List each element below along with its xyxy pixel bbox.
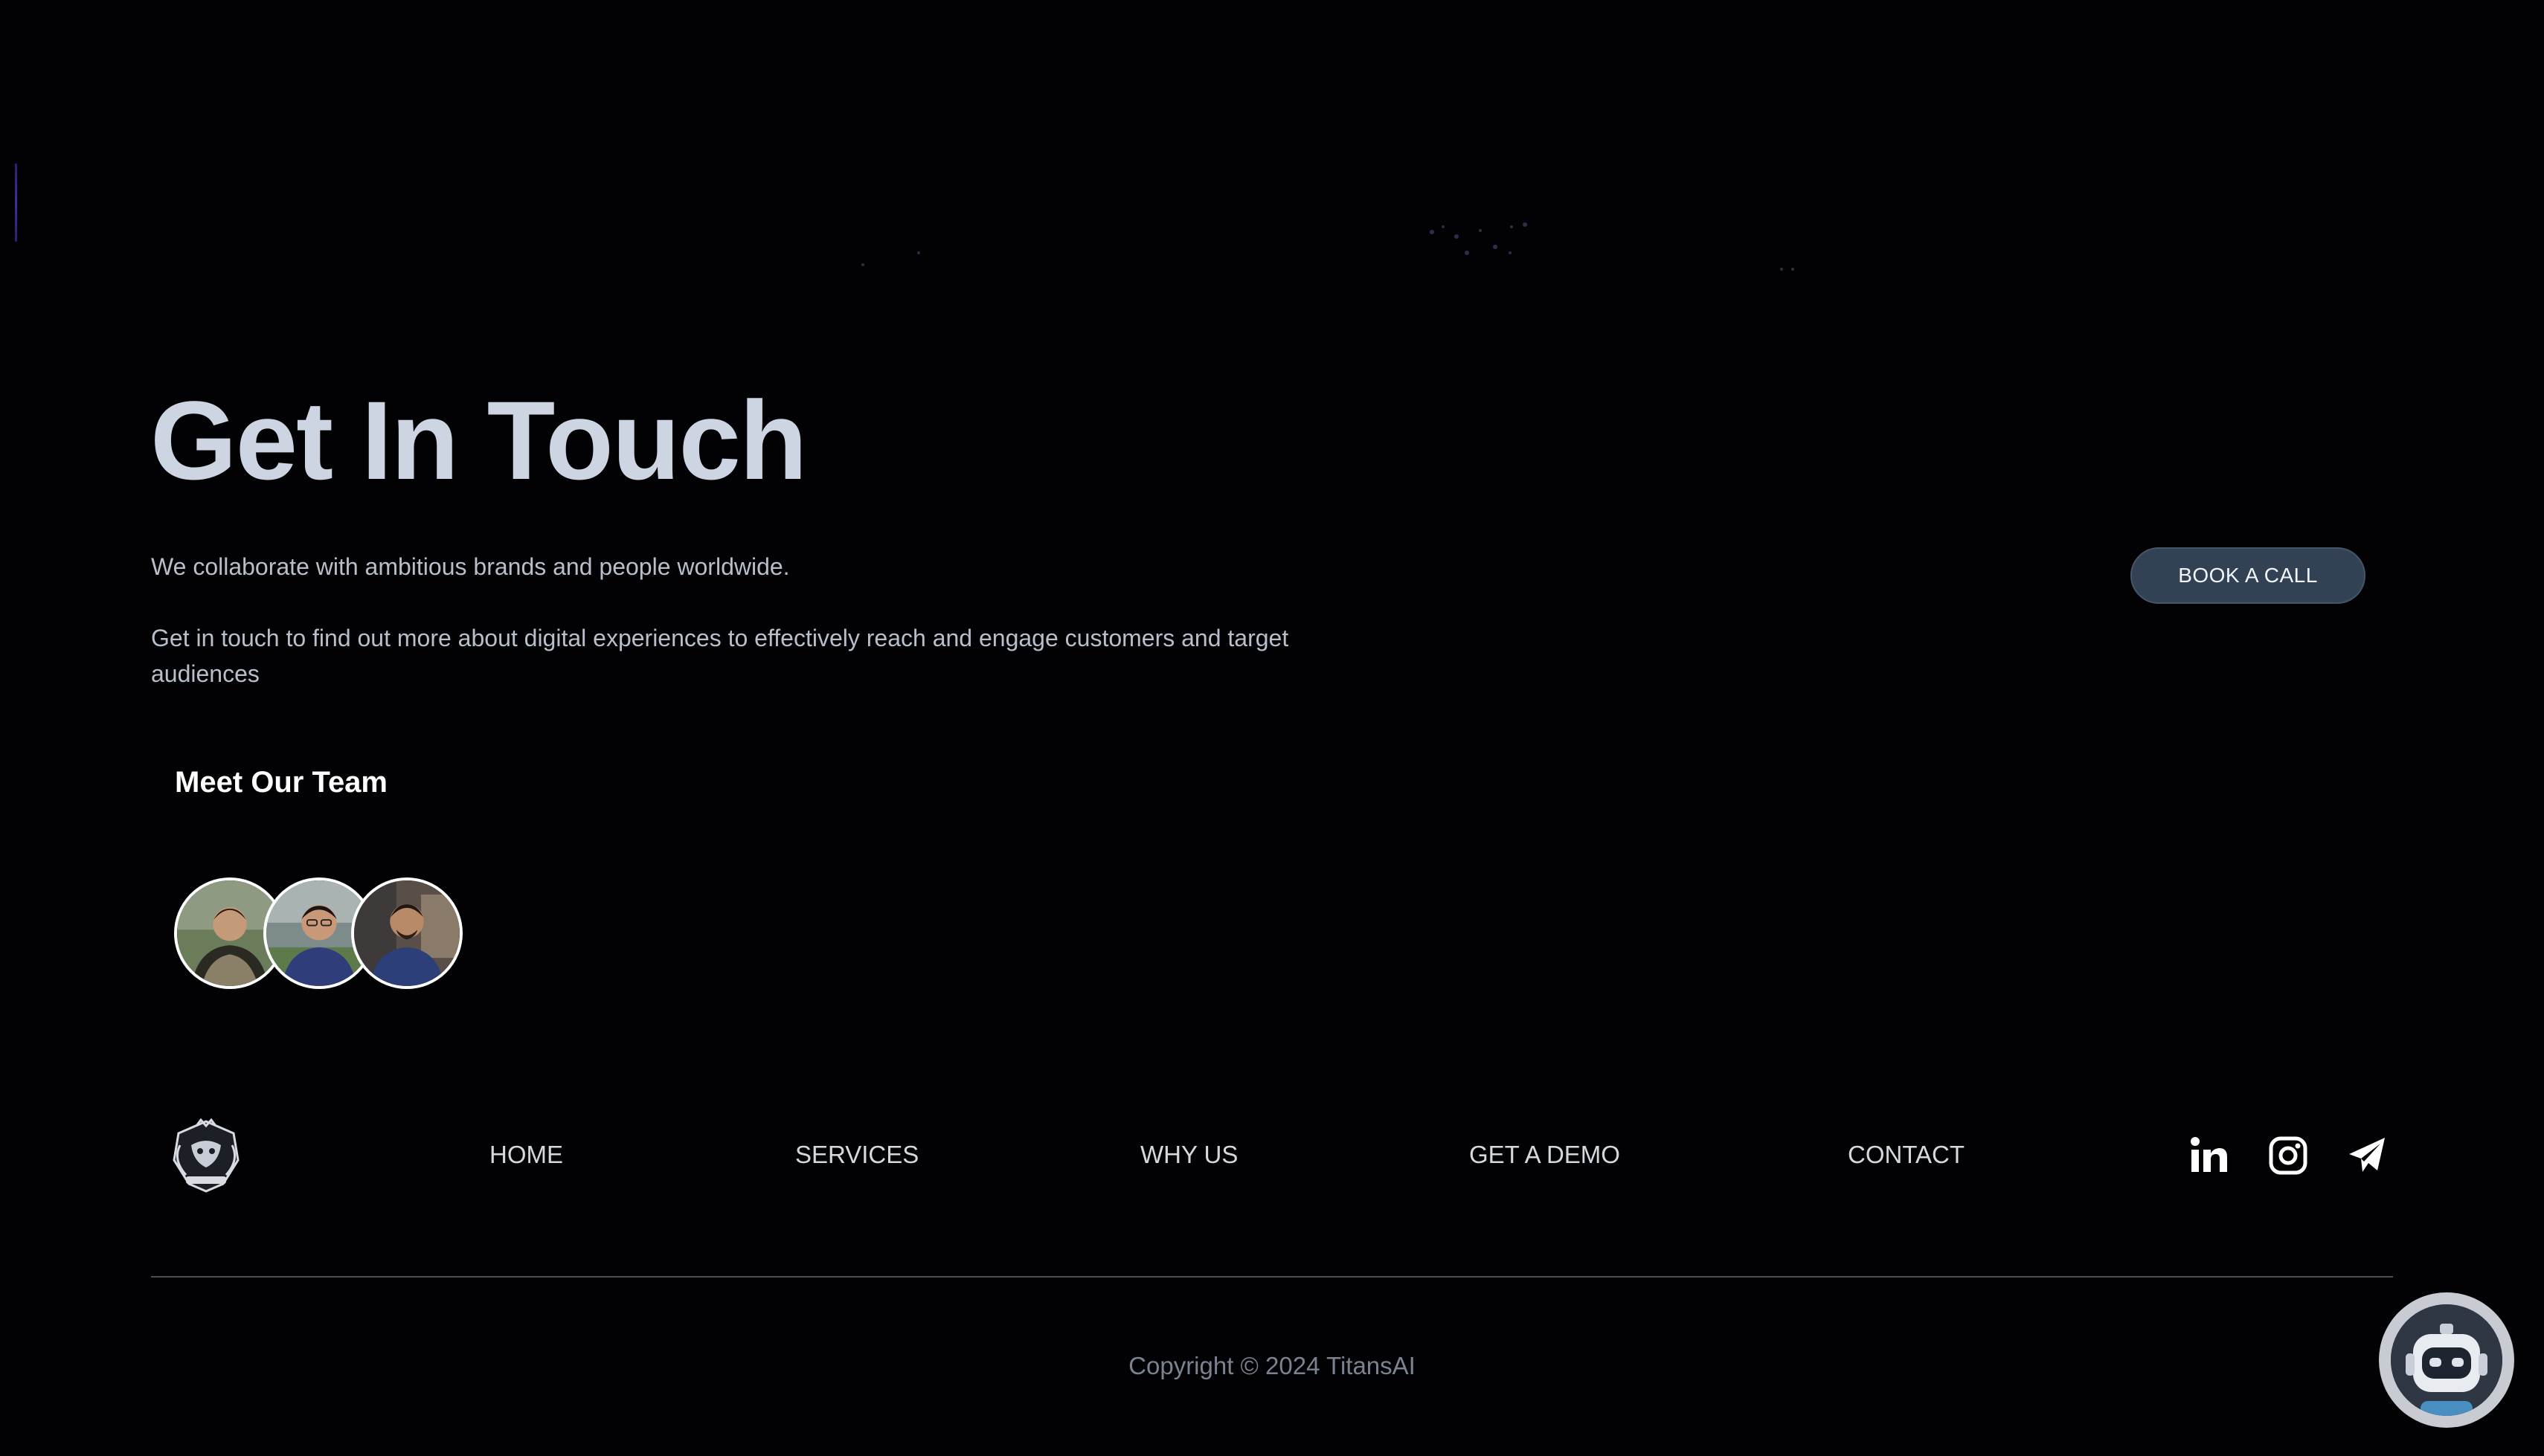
- footer-nav-contact[interactable]: CONTACT: [1848, 1141, 1965, 1169]
- description-text: Get in touch to find out more about digi…: [151, 625, 1289, 687]
- footer-nav-get-a-demo[interactable]: GET A DEMO: [1469, 1141, 1620, 1169]
- team-member-avatar-3[interactable]: [351, 877, 463, 989]
- team-heading: Meet Our Team: [175, 766, 388, 799]
- instagram-icon[interactable]: [2267, 1135, 2309, 1176]
- footer-nav-services[interactable]: SERVICES: [795, 1141, 919, 1169]
- footer-divider: [151, 1276, 2393, 1278]
- footer-nav-home[interactable]: HOME: [489, 1141, 563, 1169]
- robot-icon: [2391, 1304, 2502, 1416]
- contact-page: Get In Touch We collaborate with ambitio…: [0, 0, 2544, 1456]
- page-title: Get In Touch: [150, 378, 807, 503]
- linkedin-icon[interactable]: [2188, 1135, 2230, 1176]
- copyright-text: Copyright © 2024 TitansAI: [1128, 1352, 1416, 1379]
- telegram-icon[interactable]: [2346, 1135, 2388, 1176]
- book-a-call-button[interactable]: BOOK A CALL: [2130, 547, 2365, 604]
- edge-accent-line: [15, 164, 17, 242]
- lead-text: We collaborate with ambitious brands and…: [151, 553, 790, 580]
- titansai-logo[interactable]: [165, 1115, 247, 1197]
- chatbot-button[interactable]: [2379, 1292, 2514, 1428]
- background-particles: [861, 222, 1794, 271]
- footer-nav-why-us[interactable]: WHY US: [1140, 1141, 1238, 1169]
